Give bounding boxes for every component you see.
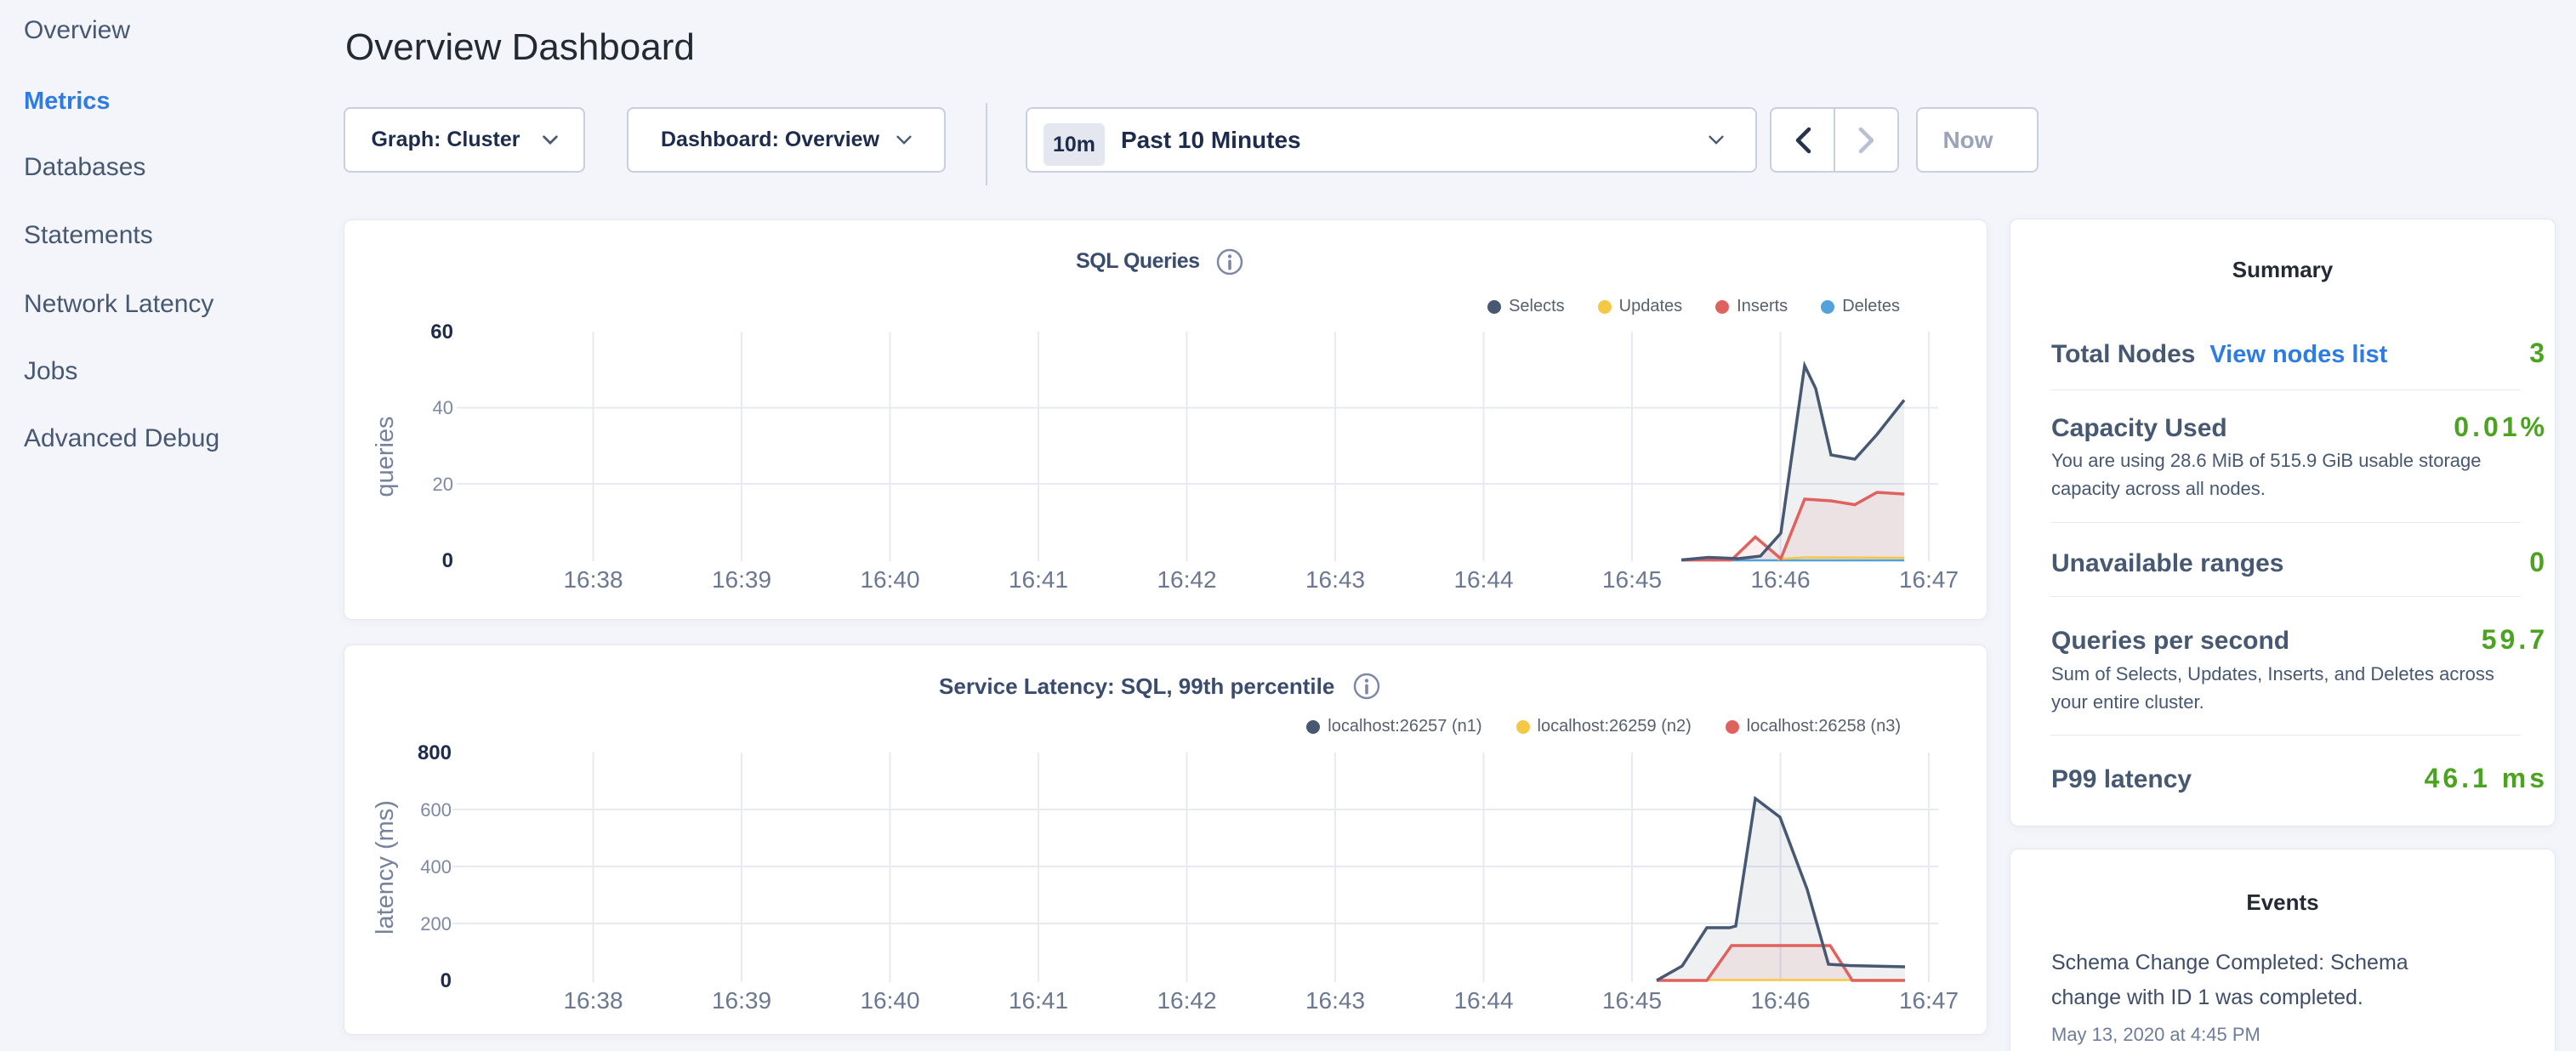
svg-text:16:45: 16:45 (1602, 566, 1662, 593)
svg-text:16:46: 16:46 (1750, 566, 1810, 593)
svg-text:600: 600 (420, 799, 452, 821)
svg-text:16:42: 16:42 (1157, 987, 1216, 1014)
svg-text:16:44: 16:44 (1453, 987, 1513, 1014)
svg-text:16:41: 16:41 (1009, 987, 1068, 1014)
svg-text:16:47: 16:47 (1899, 566, 1959, 593)
svg-text:16:42: 16:42 (1157, 566, 1216, 593)
svg-text:16:38: 16:38 (563, 566, 623, 593)
svg-text:16:39: 16:39 (712, 987, 771, 1014)
svg-text:16:44: 16:44 (1453, 566, 1513, 593)
svg-text:queries: queries (372, 416, 399, 497)
svg-text:16:39: 16:39 (712, 566, 771, 593)
svg-text:16:40: 16:40 (860, 566, 919, 593)
svg-text:400: 400 (420, 856, 452, 878)
svg-text:16:38: 16:38 (563, 987, 623, 1014)
svg-text:16:43: 16:43 (1305, 566, 1365, 593)
svg-text:40: 40 (433, 397, 453, 418)
svg-text:latency (ms): latency (ms) (372, 800, 399, 935)
svg-text:60: 60 (430, 321, 453, 344)
svg-text:16:40: 16:40 (860, 987, 919, 1014)
svg-text:16:43: 16:43 (1305, 987, 1365, 1014)
svg-text:0: 0 (442, 549, 453, 572)
svg-text:200: 200 (420, 913, 452, 935)
svg-text:16:46: 16:46 (1750, 987, 1810, 1014)
svg-text:20: 20 (433, 474, 453, 495)
svg-text:16:45: 16:45 (1602, 987, 1662, 1014)
svg-text:800: 800 (418, 741, 452, 764)
svg-text:16:41: 16:41 (1009, 566, 1068, 593)
svg-text:0: 0 (441, 969, 452, 992)
svg-text:16:47: 16:47 (1899, 987, 1959, 1014)
